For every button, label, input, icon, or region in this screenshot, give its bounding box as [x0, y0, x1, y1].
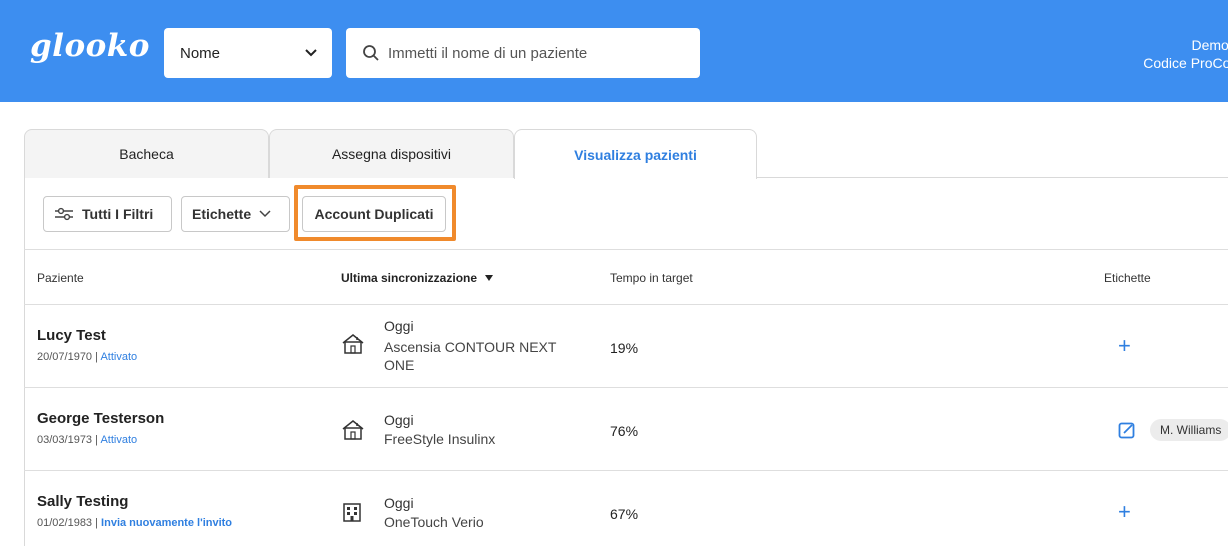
patient-status[interactable]: Attivato	[100, 351, 137, 363]
account-name: Demo Diabetes	[1191, 37, 1228, 53]
patient-status[interactable]: Attivato	[100, 434, 137, 446]
row-divider	[24, 304, 1228, 305]
sync-device: OneTouch Verio	[384, 514, 484, 530]
glooko-logo[interactable]: glooko	[30, 28, 150, 64]
tab-view-patients-label: Visualizza pazienti	[574, 146, 697, 163]
chevron-down-icon	[305, 49, 317, 57]
search-placeholder: Immetti il nome di un paziente	[388, 44, 588, 62]
clinic-building-icon	[343, 503, 361, 522]
patient-meta: 01/02/1983 | Invia nuovamente l'invito	[37, 517, 232, 529]
tag-pill[interactable]: M. Williams	[1150, 419, 1228, 441]
patient-name[interactable]: George Testerson	[37, 410, 164, 427]
meta-separator: |	[92, 517, 102, 529]
resend-invite-link[interactable]: Invia nuovamente l'invito	[101, 517, 232, 529]
sync-when: Oggi	[384, 412, 414, 428]
panel-left-border	[24, 177, 25, 546]
patient-dob: 20/07/1970	[37, 351, 93, 363]
patient-meta: 20/07/1970 | Attivato	[37, 351, 137, 363]
time-in-target-value: 19%	[610, 340, 639, 356]
account-info[interactable]: Demo Diabetes Codice ProConnect: 76	[988, 36, 1228, 72]
patient-name[interactable]: Lucy Test	[37, 327, 106, 344]
header-last-sync[interactable]: Ultima sincronizzazione	[341, 271, 494, 285]
row-divider	[24, 387, 1228, 388]
header-patient[interactable]: Paziente	[37, 271, 84, 285]
patient-dob: 01/02/1983	[37, 517, 93, 529]
tab-assign-devices[interactable]: Assegna dispositivi	[269, 129, 514, 178]
duplicate-accounts-button[interactable]: Account Duplicati	[302, 196, 446, 232]
sync-when: Oggi	[384, 318, 414, 334]
table-top-divider	[24, 249, 1228, 250]
chevron-down-icon	[259, 210, 271, 218]
all-filters-button[interactable]: Tutti I Filtri	[43, 196, 172, 232]
sync-device: Ascensia CONTOUR NEXT ONE	[384, 339, 557, 373]
time-in-target-value: 76%	[610, 423, 639, 439]
patient-meta: 03/03/1973 | Attivato	[37, 434, 137, 446]
header-tags[interactable]: Etichette	[1104, 271, 1151, 285]
add-tag-button[interactable]: +	[1118, 499, 1131, 525]
tab-dashboard-label: Bacheca	[119, 146, 174, 162]
tab-assign-devices-label: Assegna dispositivi	[331, 146, 452, 162]
app-header: glooko Nome Immetti il nome di un pazien…	[0, 0, 1228, 102]
sync-device: FreeStyle Insulinx	[384, 431, 496, 447]
home-icon	[342, 420, 364, 440]
add-tag-button[interactable]: +	[1118, 333, 1131, 359]
patient-dob: 03/03/1973	[37, 434, 93, 446]
patient-name[interactable]: Sally Testing	[37, 493, 128, 510]
tabs-divider	[757, 177, 1228, 178]
proconnect-code: Codice ProConnect: 76	[1143, 55, 1228, 71]
time-in-target-value: 67%	[610, 506, 639, 522]
row-divider	[24, 470, 1228, 471]
tabs-bar: Bacheca Assegna dispositivi Visualizza p…	[24, 129, 1228, 179]
sync-when: Oggi	[384, 495, 414, 511]
edit-icon[interactable]	[1118, 421, 1136, 439]
all-filters-label: Tutti I Filtri	[82, 206, 154, 222]
header-last-sync-label: Ultima sincronizzazione	[341, 271, 478, 285]
sliders-icon	[55, 207, 73, 221]
home-icon	[342, 334, 364, 354]
search-type-select[interactable]: Nome	[164, 28, 332, 78]
header-time-in-target[interactable]: Tempo in target	[610, 271, 693, 285]
patient-search-input[interactable]: Immetti il nome di un paziente	[346, 28, 700, 78]
sort-desc-icon	[485, 275, 494, 281]
tab-view-patients[interactable]: Visualizza pazienti	[514, 129, 757, 179]
tab-dashboard[interactable]: Bacheca	[24, 129, 269, 178]
duplicate-accounts-label: Account Duplicati	[314, 206, 434, 222]
search-icon	[363, 45, 379, 61]
search-type-value: Nome	[180, 44, 221, 62]
tags-dropdown-button[interactable]: Etichette	[181, 196, 290, 232]
tags-dropdown-label: Etichette	[192, 206, 252, 222]
